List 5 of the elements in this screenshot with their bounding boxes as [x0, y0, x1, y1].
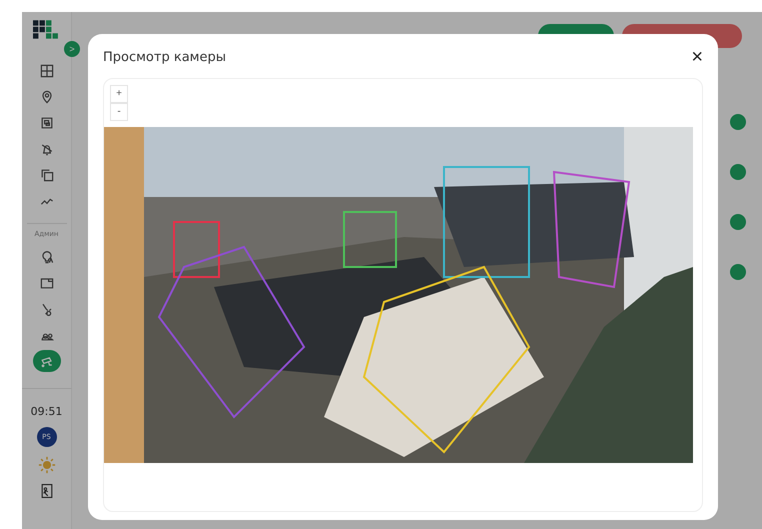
close-button[interactable]: ×: [691, 47, 703, 67]
dialog-title: Просмотр камеры: [103, 50, 226, 64]
clock-time: 09:51: [30, 405, 62, 418]
zoom-in-button[interactable]: +: [110, 85, 128, 103]
zoom-out-button[interactable]: -: [110, 103, 128, 121]
